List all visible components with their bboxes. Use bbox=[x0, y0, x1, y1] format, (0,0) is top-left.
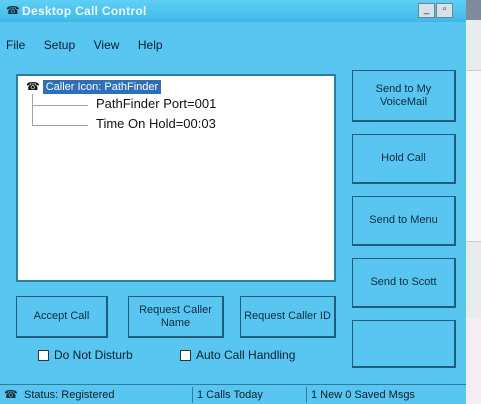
menu-view[interactable]: View bbox=[94, 38, 120, 52]
do-not-disturb-label: Do Not Disturb bbox=[54, 348, 133, 362]
phone-icon: ☎ bbox=[26, 81, 40, 93]
tree-connector bbox=[32, 105, 88, 106]
tree-connector bbox=[32, 94, 33, 126]
minimize-button[interactable]: _ bbox=[418, 3, 435, 18]
status-text: Status: Registered bbox=[24, 389, 115, 401]
window-title: Desktop Call Control bbox=[22, 4, 147, 18]
tree-item-port[interactable]: PathFinder Port=001 bbox=[96, 96, 216, 111]
tree-root-label: Caller Icon: PathFinder bbox=[42, 80, 162, 94]
auto-call-handling-label: Auto Call Handling bbox=[196, 348, 296, 362]
phone-icon: ☎ bbox=[6, 5, 20, 17]
calls-today-count: 1 Calls Today bbox=[192, 387, 302, 403]
menu-bar: File Setup View Help bbox=[0, 36, 300, 56]
request-caller-name-button[interactable]: Request Caller Name bbox=[128, 296, 224, 338]
checkbox-box[interactable] bbox=[180, 349, 191, 361]
do-not-disturb-checkbox[interactable]: Do Not Disturb bbox=[38, 348, 133, 362]
menu-file[interactable]: File bbox=[6, 38, 25, 52]
send-to-scott-button[interactable]: Send to Scott bbox=[352, 258, 456, 308]
title-bar[interactable]: ☎ Desktop Call Control _ ▫ bbox=[0, 0, 466, 22]
messages-count: 1 New 0 Saved Msgs bbox=[306, 387, 464, 403]
blank-action-button[interactable] bbox=[352, 320, 456, 368]
tree-connector bbox=[32, 125, 88, 126]
desktop-call-control-window: ☎ Desktop Call Control _ ▫ File Setup Vi… bbox=[0, 0, 466, 404]
auto-call-handling-checkbox[interactable]: Auto Call Handling bbox=[180, 348, 295, 362]
phone-icon: ☎ bbox=[4, 389, 18, 401]
tree-root-item[interactable]: ☎ Caller Icon: PathFinder bbox=[26, 80, 162, 94]
request-caller-id-button[interactable]: Request Caller ID bbox=[240, 296, 336, 338]
menu-help[interactable]: Help bbox=[138, 38, 163, 52]
menu-setup[interactable]: Setup bbox=[44, 38, 75, 52]
maximize-button[interactable]: ▫ bbox=[436, 3, 453, 18]
accept-call-button[interactable]: Accept Call bbox=[16, 296, 108, 338]
send-to-menu-button[interactable]: Send to Menu bbox=[352, 196, 456, 246]
call-tree-view[interactable]: ☎ Caller Icon: PathFinder PathFinder Por… bbox=[16, 74, 336, 282]
tree-item-hold-time[interactable]: Time On Hold=00:03 bbox=[96, 116, 216, 131]
checkbox-box[interactable] bbox=[38, 349, 49, 361]
hold-call-button[interactable]: Hold Call bbox=[352, 134, 456, 184]
status-bar: ☎ Status: Registered 1 Calls Today 1 New… bbox=[0, 384, 466, 404]
send-to-voicemail-button[interactable]: Send to My VoiceMail bbox=[352, 70, 456, 122]
